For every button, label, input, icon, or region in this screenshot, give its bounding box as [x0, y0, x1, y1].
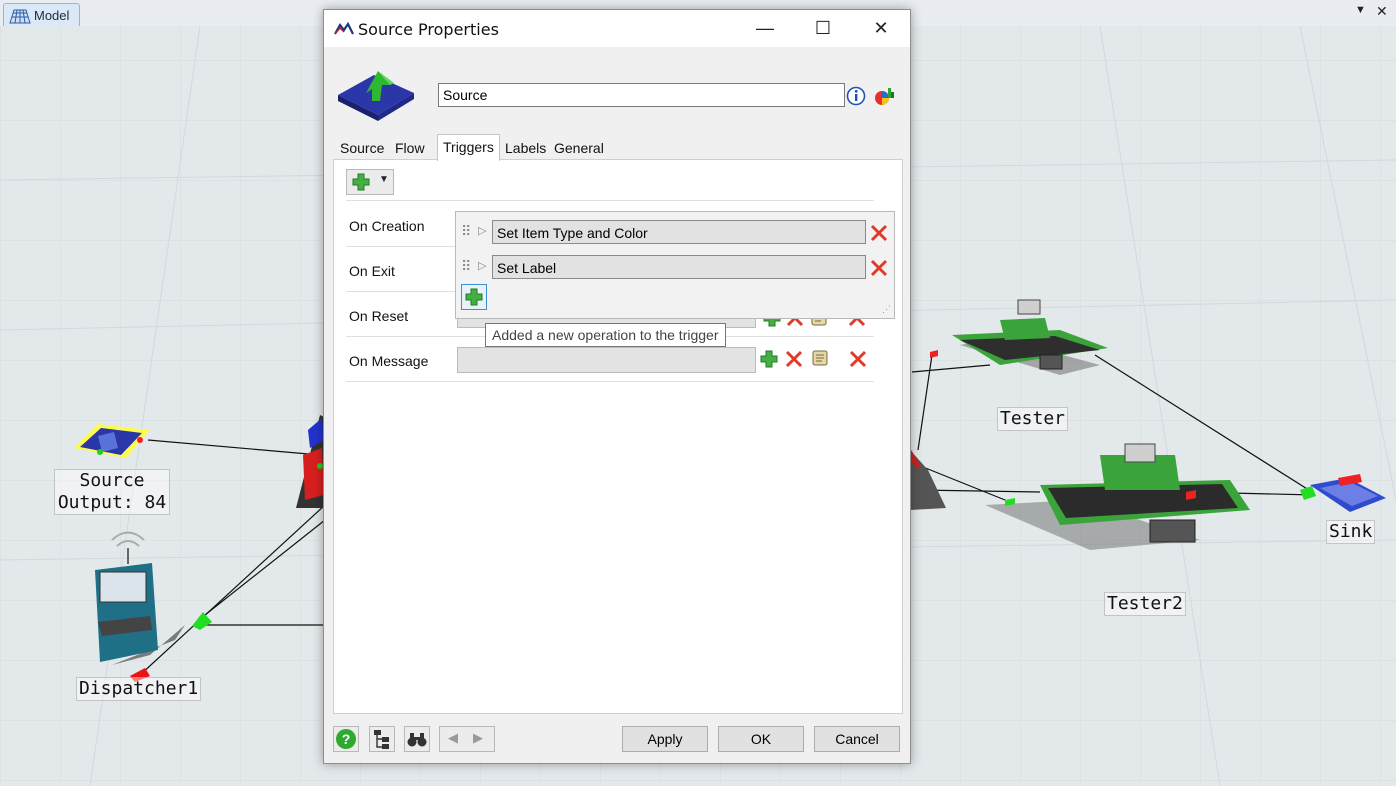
back-arrow-icon[interactable]: ◀ [448, 730, 458, 746]
maximize-button[interactable]: ☐ [794, 10, 852, 47]
object-name-field[interactable]: Source [438, 83, 845, 107]
add-trigger-dropdown[interactable]: ▼ [346, 169, 394, 195]
help-icon: ? [336, 729, 356, 749]
script-code-icon[interactable] [810, 348, 830, 368]
drag-handle-icon[interactable]: ⠿ [461, 258, 471, 275]
drag-handle-icon[interactable]: ⠿ [461, 223, 471, 240]
trigger-label-on-creation: On Creation [349, 218, 425, 234]
add-icon [465, 288, 483, 306]
statistics-chart-icon[interactable] [873, 85, 895, 107]
model-grid-icon [9, 9, 31, 24]
expand-arrow-icon[interactable]: ▷ [478, 259, 486, 272]
resize-grip-icon[interactable]: ⋰ [882, 304, 891, 315]
tab-general[interactable]: General [554, 138, 604, 159]
sink-label: Sink [1326, 520, 1376, 544]
apply-button[interactable]: Apply [622, 726, 708, 752]
add-operation-button[interactable] [461, 284, 487, 310]
expand-arrow-icon[interactable]: ▷ [478, 224, 486, 237]
divider [346, 381, 874, 382]
divider [346, 200, 874, 201]
on-message-field[interactable] [457, 347, 756, 373]
remove-trigger-icon[interactable] [848, 349, 868, 369]
trigger-label-on-reset: On Reset [349, 308, 409, 324]
operation-field[interactable]: Set Item Type and Color [492, 220, 866, 244]
add-icon [352, 173, 370, 191]
add-operation-tooltip: Added a new operation to the trigger [485, 323, 726, 347]
close-tab-icon[interactable]: ✕ [1376, 3, 1388, 20]
model-tab-label: Model [34, 8, 70, 23]
trigger-label-on-message: On Message [349, 353, 429, 369]
operation-field[interactable]: Set Label [492, 255, 866, 279]
trigger-label-on-exit: On Exit [349, 263, 395, 279]
tab-source[interactable]: Source [340, 138, 384, 159]
delete-icon[interactable] [784, 349, 804, 369]
tester-label: Tester [997, 407, 1069, 431]
source-properties-dialog: Source Properties — ☐ ✕ Source Source Fl… [323, 9, 911, 764]
chevron-down-icon: ▼ [379, 174, 389, 185]
source-label: Source Output: 84 [54, 469, 170, 515]
model-tab[interactable]: Model [3, 3, 80, 27]
minimize-button[interactable]: — [736, 10, 794, 47]
dialog-footer: ? ◀ ▶ Apply OK Cancel [324, 712, 910, 763]
ok-button[interactable]: OK [718, 726, 804, 752]
dialog-titlebar[interactable]: Source Properties — ☐ ✕ [324, 10, 910, 47]
tab-triggers[interactable]: Triggers [437, 134, 500, 161]
binoculars-icon [407, 733, 427, 747]
trigger-operations-popup: ⠿ ▷ Set Item Type and Color ⠿ ▷ Set Labe… [455, 211, 895, 319]
close-button[interactable]: ✕ [852, 10, 910, 47]
delete-operation-icon[interactable] [869, 258, 889, 278]
app-logo-icon [334, 22, 354, 35]
source-object-icon [338, 71, 414, 121]
cancel-button[interactable]: Cancel [814, 726, 900, 752]
forward-arrow-icon[interactable]: ▶ [473, 730, 483, 746]
tab-labels[interactable]: Labels [505, 138, 546, 159]
add-operation-icon[interactable] [759, 349, 779, 369]
dialog-title: Source Properties [358, 20, 499, 39]
help-button[interactable]: ? [333, 726, 359, 752]
svg-text:?: ? [342, 731, 351, 747]
find-button[interactable] [404, 726, 430, 752]
tree-view-button[interactable] [369, 726, 395, 752]
dispatcher-label: Dispatcher1 [76, 677, 202, 701]
tree-icon [374, 730, 389, 749]
tester2-label: Tester2 [1104, 592, 1186, 616]
nav-arrows: ◀ ▶ [439, 726, 495, 752]
tab-flow[interactable]: Flow [395, 138, 425, 159]
delete-operation-icon[interactable] [869, 223, 889, 243]
info-icon[interactable] [846, 86, 866, 106]
tab-list-dropdown-icon[interactable]: ▼ [1355, 4, 1366, 16]
